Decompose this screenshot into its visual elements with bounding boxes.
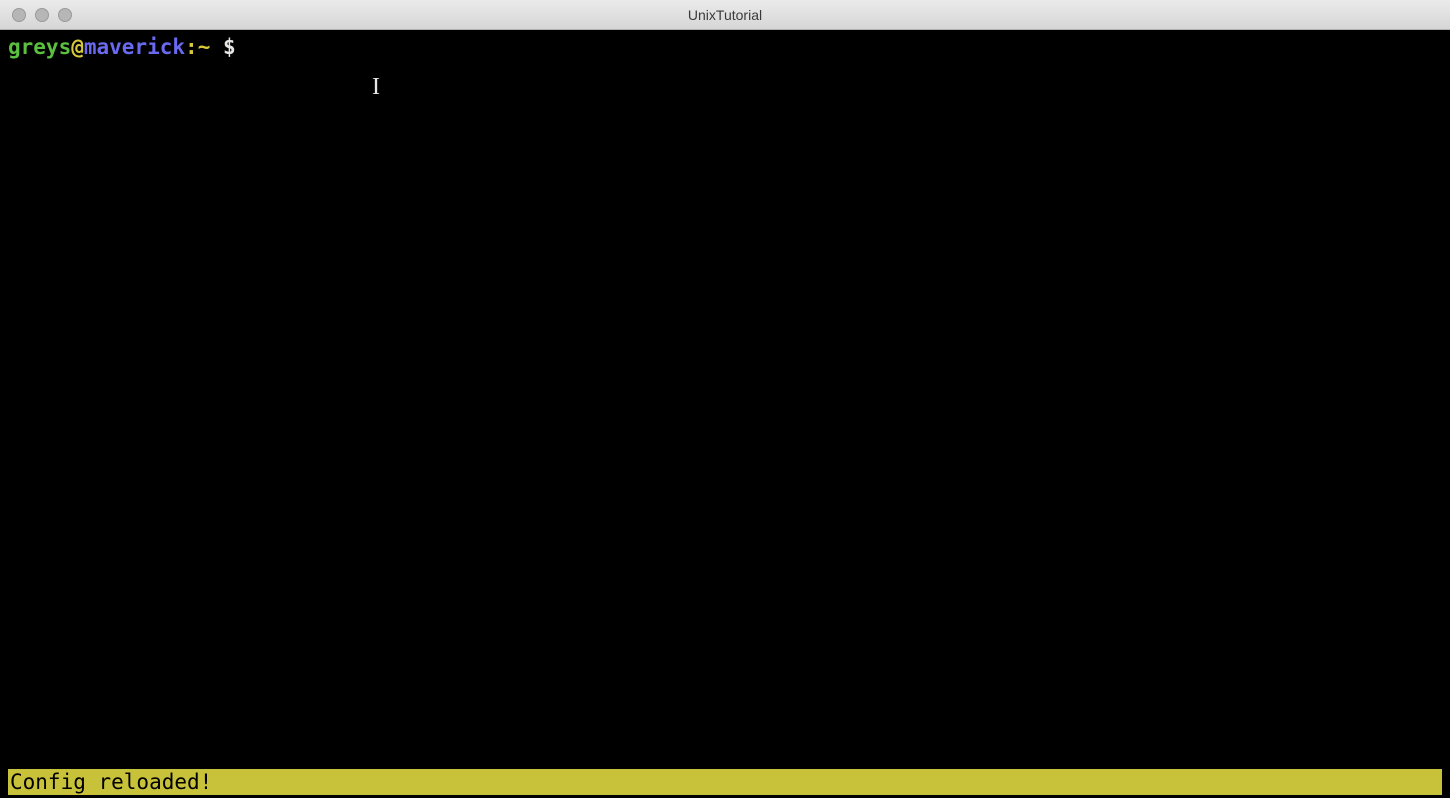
window-titlebar: UnixTutorial — [0, 0, 1450, 30]
terminal-viewport[interactable]: greys@maverick:~ $ I — [0, 30, 1450, 770]
status-bar: Config reloaded! — [8, 769, 1442, 795]
prompt-colon: : — [185, 35, 198, 59]
window-title: UnixTutorial — [688, 7, 762, 23]
traffic-lights — [0, 8, 72, 22]
zoom-button[interactable] — [58, 8, 72, 22]
prompt-path: ~ — [198, 35, 211, 59]
prompt-at: @ — [71, 35, 84, 59]
prompt-host: maverick — [84, 35, 185, 59]
prompt-line: greys@maverick:~ $ — [8, 34, 1442, 60]
prompt-symbol: $ — [210, 35, 248, 59]
prompt-user: greys — [8, 35, 71, 59]
status-message: Config reloaded! — [10, 770, 212, 794]
text-cursor-icon: I — [372, 72, 380, 102]
close-button[interactable] — [12, 8, 26, 22]
minimize-button[interactable] — [35, 8, 49, 22]
